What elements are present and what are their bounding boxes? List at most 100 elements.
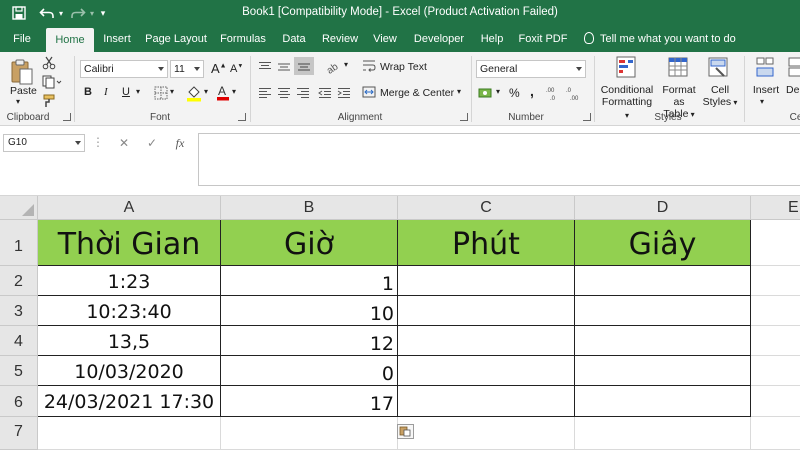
merge-dropdown-icon[interactable]: ▾: [457, 87, 461, 96]
cell-e3[interactable]: [751, 296, 800, 326]
number-launcher-icon[interactable]: [583, 113, 591, 121]
cell-e4[interactable]: [751, 326, 800, 356]
percent-style-button[interactable]: %: [509, 86, 520, 100]
tab-insert[interactable]: Insert: [98, 27, 136, 52]
cell-e2[interactable]: [751, 266, 800, 296]
fill-color-dropdown-icon[interactable]: ▾: [204, 87, 208, 96]
insert-cells-button[interactable]: Insert: [752, 84, 780, 96]
cell-b3[interactable]: 10: [221, 296, 398, 326]
cell-b4[interactable]: 12: [221, 326, 398, 356]
increase-decimal-icon[interactable]: .00.0: [546, 85, 562, 102]
increase-indent-icon[interactable]: [337, 86, 351, 98]
cell-c3[interactable]: [398, 296, 575, 326]
insert-dropdown-icon[interactable]: ▾: [760, 97, 764, 106]
paste-dropdown-icon[interactable]: ▾: [16, 97, 20, 106]
cell-c7[interactable]: [398, 417, 575, 450]
cell-a3[interactable]: 10:23:40: [38, 296, 221, 326]
cell-a7[interactable]: [38, 417, 221, 450]
cell-a1[interactable]: Thời Gian: [38, 220, 221, 266]
cell-styles-icon[interactable]: [708, 56, 730, 80]
font-launcher-icon[interactable]: [238, 113, 246, 121]
conditional-formatting-icon[interactable]: [616, 56, 638, 80]
cell-c2[interactable]: [398, 266, 575, 296]
bold-button[interactable]: B: [84, 86, 92, 98]
decrease-indent-icon[interactable]: [318, 86, 332, 98]
tab-help[interactable]: Help: [476, 27, 508, 52]
column-header-a[interactable]: A: [38, 196, 221, 220]
align-top-icon[interactable]: [258, 60, 272, 72]
paste-options-icon[interactable]: [397, 424, 414, 439]
decrease-font-size-icon[interactable]: A▼: [230, 63, 243, 75]
column-header-e[interactable]: E: [751, 196, 800, 220]
row-header-6[interactable]: 6: [0, 386, 38, 417]
cell-d3[interactable]: [575, 296, 751, 326]
format-as-table-icon[interactable]: [668, 56, 690, 80]
cell-b5[interactable]: 0: [221, 356, 398, 386]
cell-d5[interactable]: [575, 356, 751, 386]
cut-icon[interactable]: [42, 56, 56, 70]
orientation-icon[interactable]: ab: [325, 58, 343, 77]
cell-c4[interactable]: [398, 326, 575, 356]
cell-c1[interactable]: Phút: [398, 220, 575, 266]
cell-c6[interactable]: [398, 386, 575, 417]
fill-color-icon[interactable]: [186, 84, 202, 102]
cell-d7[interactable]: [575, 417, 751, 450]
align-right-icon[interactable]: [296, 86, 310, 98]
name-box[interactable]: G10: [3, 134, 85, 152]
font-color-dropdown-icon[interactable]: ▾: [232, 87, 236, 96]
cell-a5[interactable]: 10/03/2020: [38, 356, 221, 386]
borders-dropdown-icon[interactable]: ▾: [170, 87, 174, 96]
cell-a4[interactable]: 13,5: [38, 326, 221, 356]
align-left-icon[interactable]: [258, 86, 272, 98]
borders-icon[interactable]: [154, 86, 168, 100]
cell-e5[interactable]: [751, 356, 800, 386]
clipboard-launcher-icon[interactable]: [63, 113, 71, 121]
cell-a6[interactable]: 24/03/2021 17:30: [38, 386, 221, 417]
merge-center-button[interactable]: Merge & Center: [380, 87, 454, 99]
align-center-icon[interactable]: [277, 86, 291, 98]
enter-icon[interactable]: ✓: [142, 134, 162, 152]
paste-icon[interactable]: [10, 58, 34, 86]
cell-b1[interactable]: Giờ: [221, 220, 398, 266]
italic-button[interactable]: I: [104, 86, 108, 98]
comma-style-icon[interactable]: ,: [530, 83, 534, 99]
select-all-button[interactable]: [0, 196, 38, 220]
insert-cells-icon[interactable]: [756, 56, 776, 80]
align-bottom-icon[interactable]: [294, 57, 314, 75]
cell-e1[interactable]: [751, 220, 800, 266]
insert-function-button[interactable]: fx: [170, 134, 190, 152]
number-format-select[interactable]: General: [476, 60, 586, 78]
format-painter-icon[interactable]: [42, 94, 56, 108]
delete-cells-icon[interactable]: [788, 56, 800, 80]
tab-formulas[interactable]: Formulas: [216, 27, 270, 52]
tab-view[interactable]: View: [368, 27, 402, 52]
tab-review[interactable]: Review: [318, 27, 362, 52]
font-size-select[interactable]: 11: [170, 60, 204, 78]
tab-file[interactable]: File: [6, 27, 38, 52]
accounting-dropdown-icon[interactable]: ▾: [496, 87, 500, 96]
column-header-c[interactable]: C: [398, 196, 575, 220]
tab-developer[interactable]: Developer: [410, 27, 468, 52]
wrap-text-button[interactable]: Wrap Text: [380, 61, 427, 73]
cell-b6[interactable]: 17: [221, 386, 398, 417]
cell-b7[interactable]: [221, 417, 398, 450]
cell-d2[interactable]: [575, 266, 751, 296]
accounting-format-icon[interactable]: [478, 86, 494, 100]
column-header-b[interactable]: B: [221, 196, 398, 220]
cell-a2[interactable]: 1:23: [38, 266, 221, 296]
delete-cells-button[interactable]: Del: [786, 84, 800, 96]
orientation-dropdown-icon[interactable]: ▾: [344, 60, 348, 69]
tab-foxit-pdf[interactable]: Foxit PDF: [516, 27, 570, 52]
tab-data[interactable]: Data: [278, 27, 310, 52]
align-middle-icon[interactable]: [277, 60, 291, 72]
cell-c5[interactable]: [398, 356, 575, 386]
paste-button[interactable]: Paste: [10, 85, 37, 97]
column-header-d[interactable]: D: [575, 196, 751, 220]
cell-b2[interactable]: 1: [221, 266, 398, 296]
row-header-2[interactable]: 2: [0, 266, 38, 296]
row-header-3[interactable]: 3: [0, 296, 38, 326]
cell-d1[interactable]: Giây: [575, 220, 751, 266]
font-name-select[interactable]: Calibri: [80, 60, 168, 78]
increase-font-size-icon[interactable]: A▲: [211, 61, 227, 76]
underline-button[interactable]: U: [122, 86, 130, 98]
